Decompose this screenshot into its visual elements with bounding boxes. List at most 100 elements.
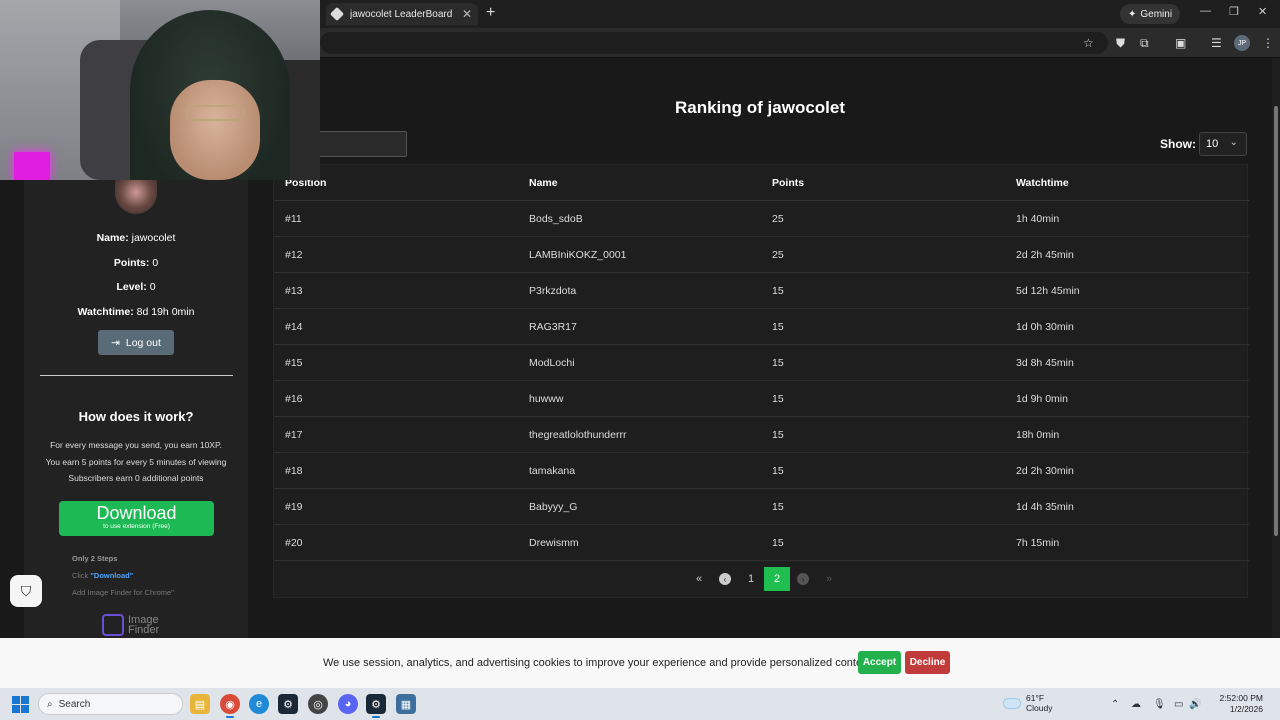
calculator-icon[interactable]: ▦ <box>396 694 416 714</box>
weather-widget[interactable]: 61°F Cloudy <box>1003 693 1052 713</box>
table-row: #17 thegreatlolothunderrr 15 18h 0min <box>274 417 1249 453</box>
last-page-icon[interactable]: » <box>816 567 842 591</box>
first-page-icon[interactable]: « <box>686 567 712 591</box>
clock-time: 2:52:00 PM <box>1219 693 1263 703</box>
cell-position: #19 <box>285 501 303 513</box>
cell-points: 15 <box>772 285 784 297</box>
cell-name: tamakana <box>529 465 576 477</box>
cell-points: 15 <box>772 465 784 477</box>
network-icon[interactable]: ▭ <box>1174 699 1183 710</box>
page-2-button[interactable]: 2 <box>764 567 790 591</box>
reading-list-icon[interactable]: ☰ <box>1211 36 1222 50</box>
close-tab-icon[interactable]: ✕ <box>462 7 472 21</box>
cell-name: RAG3R17 <box>529 321 577 333</box>
table-row: #13 P3rkzdota 15 5d 12h 45min <box>274 273 1249 309</box>
table-row: #19 Babyyy_G 15 1d 4h 35min <box>274 489 1249 525</box>
image-finder-logo[interactable]: Image Finder <box>102 612 176 638</box>
header-watchtime: Watchtime <box>1016 177 1069 189</box>
cell-points: 25 <box>772 249 784 261</box>
edge-icon[interactable]: e <box>249 694 269 714</box>
profile-avatar[interactable]: JP <box>1234 35 1250 51</box>
clock-date: 1/2/2026 <box>1229 704 1263 714</box>
cell-watchtime: 1d 9h 0min <box>1016 393 1068 405</box>
cell-watchtime: 3d 8h 45min <box>1016 357 1074 369</box>
page-1-button[interactable]: 1 <box>738 567 764 591</box>
table-row: #14 RAG3R17 15 1d 0h 30min <box>274 309 1249 345</box>
cell-watchtime: 2d 2h 30min <box>1016 465 1074 477</box>
floating-shield-icon[interactable]: ⛉ <box>10 575 42 607</box>
bookmark-star-icon[interactable]: ☆ <box>1083 36 1094 50</box>
image-finder-icon <box>102 614 124 636</box>
cell-watchtime: 7h 15min <box>1016 537 1060 549</box>
new-tab-icon[interactable]: + <box>486 4 495 22</box>
show-count-value: 10 <box>1206 138 1219 150</box>
ad-download-button[interactable]: Download to use extension (Free) <box>59 501 214 536</box>
webcam-person-face <box>170 80 260 180</box>
search-input[interactable] <box>318 131 407 157</box>
gemini-label: Gemini <box>1140 8 1173 20</box>
header-name: Name <box>529 177 558 189</box>
profile-name: Name: jawocolet <box>24 232 248 244</box>
points-label: Points: <box>113 257 150 269</box>
profile-watchtime: Watchtime: 8d 19h 0min <box>24 306 248 318</box>
tray-cloud-icon[interactable]: ☁ <box>1131 699 1141 710</box>
file-explorer-icon[interactable]: ▤ <box>190 694 210 714</box>
level-label: Level: <box>116 281 147 293</box>
cell-position: #14 <box>285 321 303 333</box>
table-row: #20 Drewismm 15 7h 15min <box>274 525 1249 561</box>
microphone-icon[interactable]: 🎙 <box>1153 699 1166 710</box>
restore-icon[interactable]: ❐ <box>1229 5 1239 18</box>
cell-points: 25 <box>772 213 784 225</box>
prev-page-button[interactable]: ‹ <box>712 567 738 591</box>
windows-start-icon[interactable] <box>12 696 29 713</box>
cell-watchtime: 1h 40min <box>1016 213 1060 225</box>
logout-button[interactable]: ⇥ Log out <box>98 330 174 355</box>
cell-watchtime: 18h 0min <box>1016 429 1060 441</box>
shield-extension-icon[interactable]: ⛊ <box>1116 36 1125 51</box>
cell-name: Babyyy_G <box>529 501 578 513</box>
table-row: #11 Bods_sdoB 25 1h 40min <box>274 201 1249 237</box>
next-page-button[interactable]: › <box>790 567 816 591</box>
cell-name: Bods_sdoB <box>529 213 583 225</box>
download-label: Download <box>96 503 177 523</box>
watchtime-value: 8d 19h 0min <box>136 306 195 318</box>
taskbar-search-label: Search <box>58 698 91 710</box>
cell-position: #12 <box>285 249 303 261</box>
steam-icon[interactable]: ⚙ <box>278 694 298 714</box>
volume-icon[interactable]: 🔊 <box>1189 699 1201 710</box>
menu-dots-icon[interactable]: ⋮ <box>1262 36 1274 50</box>
cell-position: #13 <box>285 285 303 297</box>
minimize-icon[interactable]: — <box>1200 5 1211 17</box>
cell-watchtime: 2d 2h 45min <box>1016 249 1074 261</box>
chevron-left-icon: ‹ <box>719 573 731 585</box>
close-window-icon[interactable]: ✕ <box>1258 5 1267 18</box>
discord-icon[interactable]: ◕ <box>338 694 358 714</box>
show-count-select[interactable]: 10 ⌄ <box>1199 132 1247 156</box>
page-scrollbar[interactable] <box>1272 58 1280 638</box>
taskbar-search[interactable]: ⌕ Search <box>38 693 183 715</box>
cell-watchtime: 1d 4h 35min <box>1016 501 1074 513</box>
extensions-puzzle-icon[interactable]: ⧉ <box>1140 36 1149 51</box>
brand-line-2: Finder <box>128 624 160 636</box>
cookie-text: We use session, analytics, and advertisi… <box>323 657 875 669</box>
ad-step-2: Add Image Finder for Chrome" <box>72 588 174 597</box>
app-icon[interactable]: ◎ <box>308 694 328 714</box>
cell-position: #20 <box>285 537 303 549</box>
address-bar[interactable] <box>320 32 1108 54</box>
decline-cookies-button[interactable]: Decline <box>905 651 950 674</box>
cell-position: #17 <box>285 429 303 441</box>
how-line: You earn 5 points for every 5 minutes of… <box>45 457 227 467</box>
header-points: Points <box>772 177 805 189</box>
gemini-button[interactable]: ✦ Gemini <box>1120 4 1181 24</box>
ad-step-1-link[interactable]: "Download" <box>90 571 133 580</box>
cast-icon[interactable]: ▣ <box>1175 36 1186 50</box>
logout-icon: ⇥ <box>111 336 120 349</box>
how-line: Subscribers earn 0 additional points <box>68 473 204 483</box>
tray-chevron-up-icon[interactable]: ⌃ <box>1111 699 1119 710</box>
accept-cookies-button[interactable]: Accept <box>858 651 901 674</box>
taskbar-clock[interactable]: 2:52:00 PM 1/2/2026 <box>1205 693 1263 715</box>
browser-tab[interactable]: jawocolet LeaderBoard | The be ✕ <box>326 3 478 25</box>
chrome-icon[interactable]: ◉ <box>220 694 240 718</box>
scrollbar-thumb[interactable] <box>1274 106 1278 536</box>
steam-window-icon[interactable]: ⚙ <box>366 694 386 718</box>
